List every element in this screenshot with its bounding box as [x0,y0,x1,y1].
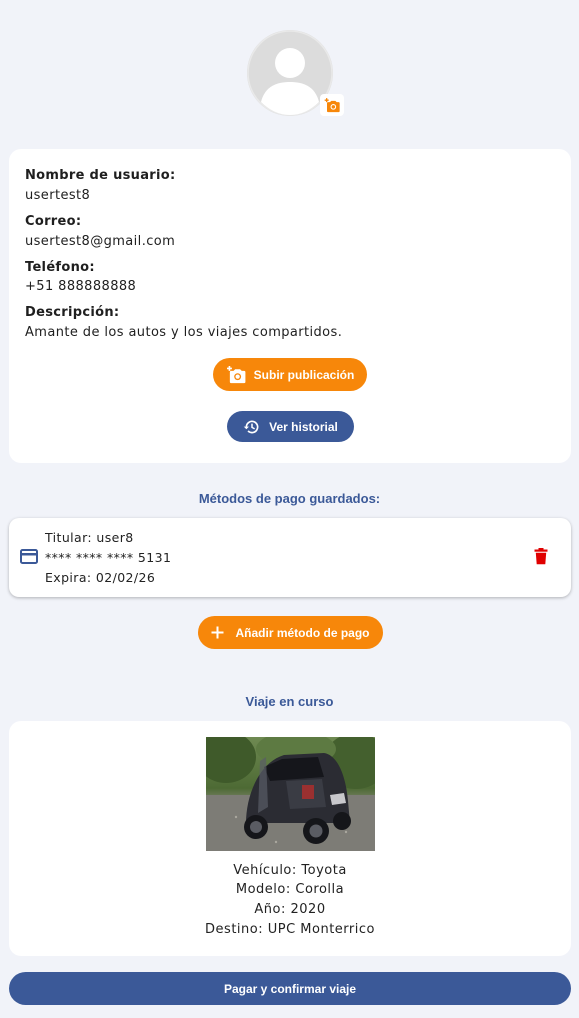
trash-icon [534,548,548,565]
pay-and-confirm-button[interactable]: Pagar y confirmar viaje [9,972,571,1005]
avatar-upload-button[interactable] [320,94,344,116]
card-holder: Titular: user8 [45,530,134,545]
add-payment-method-label: Añadir método de pago [235,625,370,640]
description-value: Amante de los autos y los viajes compart… [25,325,343,340]
vehicle-photo [196,731,388,851]
view-history-button[interactable]: Ver historial [227,411,354,442]
email-value: usertest8@gmail.com [25,234,176,249]
description-label: Descripción: [25,305,120,320]
history-icon [243,420,259,433]
upload-post-button[interactable]: Subir publicación [213,358,367,391]
view-history-label: Ver historial [269,419,338,434]
email-label: Correo: [25,214,82,229]
plus-icon [211,626,224,639]
trip-card: Vehículo: Toyota Modelo: Corolla Año: 20… [9,721,571,956]
trip-vehicle: Vehículo: Toyota [233,863,347,878]
card-number: **** **** **** 5131 [45,550,172,565]
trip-section-title: Viaje en curso [245,694,334,709]
payment-section-title: Métodos de pago guardados: [198,491,381,506]
trip-model: Modelo: Corolla [235,882,345,897]
card-expiry: Expira: 02/02/26 [45,570,156,585]
username-value: usertest8 [25,188,91,203]
delete-payment-button[interactable] [534,548,548,569]
add-photo-icon [324,97,340,112]
upload-post-label: Subir publicación [253,367,355,382]
phone-value: +51 888888888 [25,279,137,294]
phone-label: Teléfono: [25,260,95,275]
credit-card-icon [20,549,38,568]
trip-year: Año: 2020 [254,902,326,917]
username-label: Nombre de usuario: [25,168,176,183]
trip-destination: Destino: UPC Monterrico [205,922,375,937]
add-photo-icon [226,365,246,383]
add-payment-method-button[interactable]: Añadir método de pago [198,616,383,649]
pay-and-confirm-label: Pagar y confirmar viaje [223,981,357,996]
profile-card: Nombre de usuario: usertest8 Correo: use… [9,149,571,463]
payment-method-card: Titular: user8 **** **** **** 5131 Expir… [9,518,571,597]
